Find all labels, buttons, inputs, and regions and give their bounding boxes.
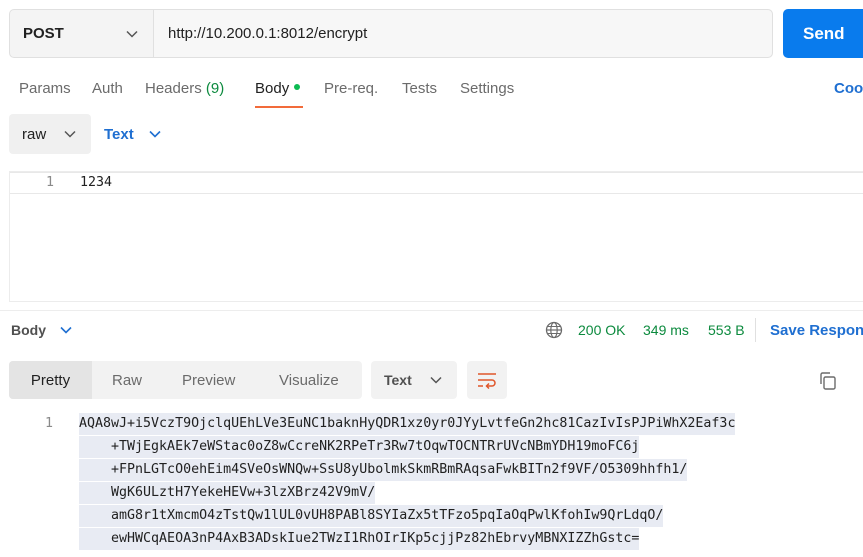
view-tab-raw[interactable]: Raw	[112, 361, 142, 399]
save-response-button[interactable]: Save Respon	[770, 322, 863, 339]
response-view-tabs: Pretty Raw Preview Visualize	[9, 361, 362, 399]
view-tab-label: Pretty	[30, 371, 71, 389]
tab-label: Settings	[460, 80, 515, 97]
tab-label: Tests	[402, 80, 438, 97]
response-size[interactable]: 553 B	[708, 322, 745, 338]
tab-headers[interactable]: Headers (9)	[145, 80, 224, 97]
view-tab-pretty[interactable]: Pretty	[9, 361, 92, 399]
body-language-label: Text	[104, 125, 134, 143]
body-language-select[interactable]: Text	[104, 114, 162, 154]
response-format-label: Text	[384, 372, 412, 388]
tab-label: Params	[19, 80, 71, 97]
request-body-editor[interactable]: 1 1234	[9, 171, 863, 302]
response-line[interactable]: +FPnLGTcO0ehEim4SVeOsWNQw+SsU8yUbolmkSkm…	[79, 459, 688, 481]
chevron-down-icon	[149, 130, 161, 138]
tab-label: Body	[255, 80, 290, 97]
view-tab-visualize[interactable]: Visualize	[279, 361, 339, 399]
url-text: http://10.200.0.1:8012/encrypt	[168, 25, 368, 42]
response-section-select[interactable]: Body	[11, 322, 73, 338]
view-tab-label: Raw	[112, 371, 143, 389]
tab-label: Pre-req.	[324, 80, 379, 97]
chevron-down-icon	[430, 376, 442, 384]
response-time[interactable]: 349 ms	[643, 322, 689, 338]
header-separator	[755, 318, 756, 342]
tab-settings[interactable]: Settings	[460, 80, 514, 97]
tab-tests[interactable]: Tests	[402, 80, 437, 97]
method-label: POST	[23, 25, 64, 42]
active-dot-icon	[294, 84, 301, 91]
active-line-highlight	[10, 172, 863, 194]
send-label: Send	[803, 23, 845, 43]
chevron-down-icon	[60, 326, 72, 334]
chevron-down-icon	[64, 130, 76, 138]
headers-count-badge: (9)	[205, 80, 225, 97]
line-number: 1	[45, 416, 54, 431]
cookies-link[interactable]: Coo	[834, 80, 863, 97]
active-tab-underline	[255, 106, 303, 108]
response-line[interactable]: WgK6ULztH7YekeHEVw+3lzXBrz42V9mV/	[79, 482, 376, 504]
copy-icon[interactable]	[817, 370, 839, 392]
tab-auth[interactable]: Auth	[92, 80, 123, 97]
chevron-down-icon	[126, 30, 138, 38]
view-tab-label: Visualize	[279, 371, 339, 389]
response-line[interactable]: ewHWCqAEOA3nP4AxB3ADskIue2TWzI1RhOIrIKp5…	[79, 528, 640, 550]
response-line[interactable]: amG8r1tXmcmO4zTstQw1lUL0vUH8PABl8SYIaZx5…	[79, 505, 664, 527]
view-tab-preview[interactable]: Preview	[182, 361, 235, 399]
section-divider	[0, 310, 863, 311]
view-tab-label: Preview	[182, 371, 236, 389]
request-tabs: Params Auth Headers (9) Body Pre-req. Te…	[0, 70, 863, 110]
response-status[interactable]: 200 OK	[578, 322, 625, 338]
response-section-label: Body	[11, 322, 46, 338]
body-mode-label: raw	[22, 125, 47, 143]
wrap-lines-icon	[478, 373, 496, 389]
url-input[interactable]: http://10.200.0.1:8012/encrypt	[154, 10, 772, 57]
tab-pre-request[interactable]: Pre-req.	[324, 80, 378, 97]
body-mode-select[interactable]: raw	[9, 114, 91, 154]
tab-params[interactable]: Params	[19, 80, 71, 97]
tab-label: Auth	[92, 80, 123, 97]
method-select[interactable]: POST	[10, 10, 154, 57]
response-line[interactable]: AQA8wJ+i5VczT9OjclqUEhLVe3EuNC1baknHyQDR…	[79, 413, 736, 435]
tab-label: Headers	[145, 80, 202, 97]
response-line[interactable]: +TWjEgkAEk7eWStac0oZ8wCcreNK2RPeTr3Rw7tO…	[79, 436, 640, 458]
send-button[interactable]: Send	[783, 9, 863, 58]
request-url-bar: POST http://10.200.0.1:8012/encrypt	[9, 9, 773, 58]
request-body-text[interactable]: 1234	[80, 175, 112, 190]
response-format-select[interactable]: Text	[371, 361, 457, 399]
globe-icon[interactable]	[545, 321, 563, 339]
wrap-lines-button[interactable]	[467, 361, 507, 399]
tab-body[interactable]: Body	[255, 80, 301, 97]
line-number: 1	[46, 175, 55, 190]
